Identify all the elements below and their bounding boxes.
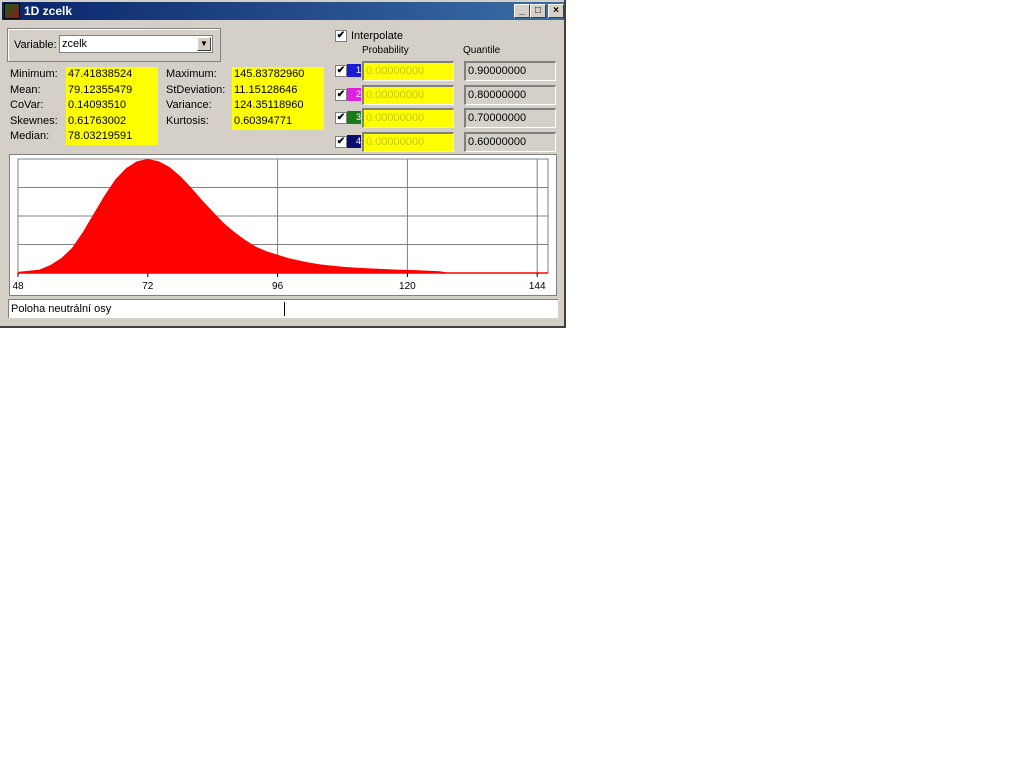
color-swatch[interactable]: 2 bbox=[347, 87, 361, 101]
color-swatch[interactable]: 3 bbox=[347, 111, 361, 124]
quantile-value: 0.90000000 bbox=[464, 61, 556, 81]
checkmark-icon: ✔ bbox=[336, 30, 346, 41]
variable-label: Variable: bbox=[14, 39, 57, 51]
histogram-chart: 48 72 96 120 144 bbox=[12, 158, 549, 292]
close-icon: × bbox=[553, 5, 559, 16]
maximize-icon: □ bbox=[534, 5, 542, 16]
title-bar[interactable]: 1D zcelk _ □ × bbox=[2, 2, 564, 20]
stat-label: Mean: bbox=[10, 83, 41, 96]
variable-value: zcelk bbox=[62, 38, 88, 50]
quantile-value: 0.60000000 bbox=[464, 131, 556, 152]
stat-value: 0.61763002 bbox=[68, 114, 127, 127]
stat-label: Skewnes: bbox=[10, 114, 58, 127]
stat-label: Variance: bbox=[166, 99, 212, 111]
stat-value: 0.14093510 bbox=[68, 99, 127, 111]
stat-label: StDeviation: bbox=[166, 83, 226, 96]
probability-input[interactable]: 0.00000000 bbox=[362, 61, 454, 81]
variable-select[interactable]: zcelk ▼ bbox=[59, 35, 213, 53]
chevron-down-icon: ▼ bbox=[200, 39, 208, 48]
minimize-button[interactable]: _ bbox=[514, 4, 530, 18]
quantile-value: 0.70000000 bbox=[464, 108, 556, 128]
stat-value: 145.83782960 bbox=[234, 68, 305, 80]
status-text: Poloha neutrální osy bbox=[11, 303, 112, 315]
stat-value: 11.15128646 bbox=[234, 83, 298, 96]
app-icon[interactable] bbox=[4, 3, 20, 19]
stat-value: 79.12355479 bbox=[68, 83, 133, 96]
color-swatch[interactable]: 4 bbox=[347, 134, 361, 148]
dropdown-button[interactable]: ▼ bbox=[197, 37, 211, 51]
stat-value: 78.03219591 bbox=[68, 130, 133, 142]
checkmark-icon: ✔ bbox=[336, 88, 346, 100]
stat-label: Maximum: bbox=[166, 68, 217, 80]
maximize-button[interactable]: □ bbox=[530, 4, 546, 18]
stat-value: 47.41838524 bbox=[68, 68, 133, 80]
x-tick-label: 144 bbox=[529, 281, 546, 292]
histogram-window: 1D zcelk _ □ × Variable: zcelk ▼ Minimum… bbox=[0, 0, 566, 328]
stat-value: 124.35118960 bbox=[234, 99, 304, 111]
quantile-checkbox[interactable]: ✔ bbox=[335, 65, 347, 77]
quantile-checkbox[interactable]: ✔ bbox=[335, 135, 347, 148]
x-tick-label: 72 bbox=[142, 281, 154, 292]
status-bar: Poloha neutrální osy bbox=[8, 299, 558, 318]
probability-input[interactable]: 0.00000000 bbox=[362, 84, 454, 105]
checkmark-icon: ✔ bbox=[336, 112, 346, 123]
probability-header: Probability bbox=[362, 45, 409, 56]
minimize-icon: _ bbox=[519, 5, 525, 16]
stat-label: CoVar: bbox=[10, 99, 44, 111]
probability-input[interactable]: 0.00000000 bbox=[362, 131, 454, 152]
x-tick-label: 48 bbox=[12, 281, 24, 292]
quantile-checkbox[interactable]: ✔ bbox=[335, 112, 347, 124]
stat-label: Minimum: bbox=[10, 68, 58, 80]
interpolate-checkbox[interactable]: ✔ bbox=[335, 30, 347, 42]
x-tick-label: 96 bbox=[272, 281, 284, 292]
interpolate-label: Interpolate bbox=[351, 30, 403, 42]
histogram-panel: 48 72 96 120 144 bbox=[9, 154, 557, 296]
color-swatch[interactable]: 1 bbox=[347, 64, 361, 77]
stat-label: Kurtosis: bbox=[166, 114, 209, 127]
checkmark-icon: ✔ bbox=[336, 65, 346, 76]
close-button[interactable]: × bbox=[548, 4, 564, 18]
quantile-header: Quantile bbox=[463, 45, 501, 56]
status-separator bbox=[284, 302, 285, 316]
window-title: 1D zcelk bbox=[24, 4, 73, 18]
checkmark-icon: ✔ bbox=[336, 135, 346, 147]
probability-input[interactable]: 0.00000000 bbox=[362, 108, 454, 128]
quantile-checkbox[interactable]: ✔ bbox=[335, 88, 347, 101]
x-tick-label: 120 bbox=[399, 281, 416, 292]
stat-value: 0.60394771 bbox=[234, 114, 293, 127]
quantile-value: 0.80000000 bbox=[464, 84, 556, 105]
stat-label: Median: bbox=[10, 130, 50, 142]
